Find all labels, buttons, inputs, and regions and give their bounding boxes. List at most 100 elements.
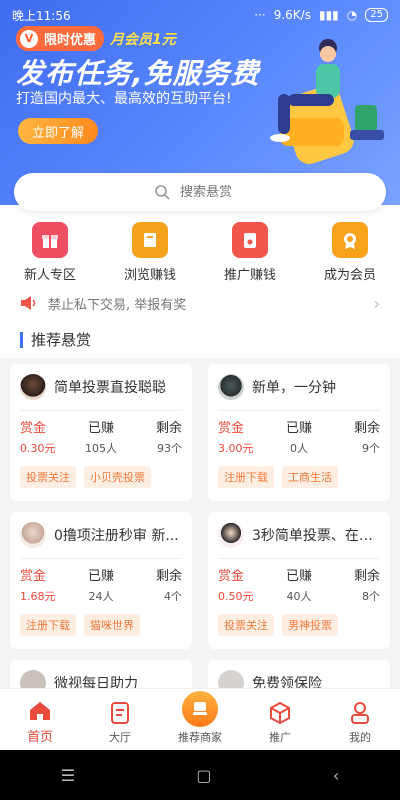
task-tag: 注册下载 (218, 466, 274, 488)
envelope-icon (232, 222, 268, 258)
task-card[interactable]: 简单投票直投聪聪 赏金 已赚 剩余 0.30元 105人 93个 投票关注 小贝… (10, 364, 192, 501)
avatar (20, 374, 46, 400)
task-title: 新单，一分钟 (252, 380, 336, 396)
earned-label: 已赚 (87, 569, 114, 584)
task-card[interactable]: 3秒简单投票、在线... 赏金 已赚 剩余 0.50元 40人 8个 投票关注 … (208, 512, 390, 649)
search-icon (155, 185, 170, 200)
avatar (20, 670, 46, 688)
remaining-value: 93个 (157, 442, 182, 455)
earned-value: 105人 (85, 442, 117, 455)
nav-label: 推广 (269, 731, 291, 744)
earned-label: 已赚 (285, 569, 312, 584)
document-icon (111, 702, 129, 724)
quick-links: 新人专区 浏览赚钱 推广赚钱 成为会员 (0, 222, 400, 283)
reward-label: 赏金 (20, 569, 47, 584)
avatar (20, 522, 46, 548)
chevron-right-icon: › (373, 293, 380, 313)
learn-more-button[interactable]: 立即了解 (18, 118, 98, 144)
task-tag: 投票关注 (218, 614, 274, 636)
quick-link-newcomer[interactable]: 新人专区 (5, 222, 95, 283)
nav-merchants[interactable]: 推荐商家 (160, 691, 240, 751)
merchant-icon (182, 691, 218, 727)
nav-mine[interactable]: 我的 (320, 701, 400, 751)
remaining-label: 剩余 (155, 421, 182, 436)
quick-link-promote[interactable]: 推广赚钱 (205, 222, 295, 283)
task-card[interactable]: 免费领保险 (208, 660, 390, 688)
system-nav-bar: ☰ ▢ ‹ (0, 750, 400, 800)
task-card[interactable]: 新单，一分钟 赏金 已赚 剩余 3.00元 0人 9个 注册下载 工商生活 (208, 364, 390, 501)
limited-offer-badge: V 限时优惠 (16, 26, 105, 51)
search-bar[interactable] (14, 173, 386, 211)
earned-label: 已赚 (87, 421, 114, 436)
task-title: 3秒简单投票、在线... (252, 528, 380, 544)
vip-icon: V (20, 29, 38, 48)
quick-link-label: 成为会员 (323, 268, 376, 283)
promo-text: 月会员1元 (110, 31, 176, 48)
gift-icon (32, 222, 68, 258)
nav-home[interactable]: 首页 (0, 700, 80, 751)
task-tag: 小贝壳投票 (84, 466, 151, 488)
reward-value: 0.50元 (218, 590, 254, 603)
avatar (218, 374, 244, 400)
badge-label: 限时优惠 (44, 33, 97, 48)
task-card[interactable]: 微视每日助力 (10, 660, 192, 688)
task-tag: 男神投票 (282, 614, 338, 636)
task-title: 免费领保险 (252, 676, 322, 688)
remaining-label: 剩余 (353, 421, 380, 436)
remaining-label: 剩余 (353, 569, 380, 584)
home-icon (30, 702, 50, 720)
nav-promote[interactable]: 推广 (240, 701, 320, 751)
earned-value: 24人 (88, 590, 114, 603)
remaining-value: 9个 (362, 442, 380, 455)
remaining-label: 剩余 (155, 569, 182, 584)
remaining-value: 4个 (164, 590, 182, 603)
remaining-value: 8个 (362, 590, 380, 603)
task-tag: 工商生活 (282, 466, 338, 488)
earned-value: 40人 (286, 590, 312, 603)
more-dots-icon: ··· (254, 8, 266, 22)
earned-value: 0人 (290, 442, 308, 455)
task-list: 简单投票直投聪聪 赏金 已赚 剩余 0.30元 105人 93个 投票关注 小贝… (0, 358, 400, 688)
user-icon (351, 702, 369, 724)
notice-text: 禁止私下交易, 举报有奖 (48, 297, 187, 313)
status-time: 晚上11:56 (12, 8, 71, 23)
task-card[interactable]: 0撸项注册秒审 新... 赏金 已赚 剩余 1.68元 24人 4个 注册下载 … (10, 512, 192, 649)
task-title: 简单投票直投聪聪 (54, 380, 166, 396)
hero-title: 发布任务,免服务费 (16, 57, 260, 90)
reward-label: 赏金 (218, 421, 245, 436)
bottom-nav: 首页 大厅 推荐商家 推广 我的 (0, 688, 400, 751)
quick-link-label: 浏览赚钱 (123, 268, 176, 283)
notice-bar[interactable]: 禁止私下交易, 举报有奖 › (20, 290, 380, 316)
task-title: 0撸项注册秒审 新... (54, 528, 179, 544)
reward-value: 3.00元 (218, 442, 254, 455)
promo-row: V 限时优惠 月会员1元 (16, 26, 176, 51)
battery-icon: 25 (365, 8, 388, 22)
nav-label: 我的 (349, 731, 371, 744)
nav-hall[interactable]: 大厅 (80, 701, 160, 751)
task-tag: 注册下载 (20, 614, 76, 636)
signal-icon: ▮▮▮ (318, 8, 339, 22)
reward-label: 赏金 (218, 569, 245, 584)
nav-label: 大厅 (109, 731, 131, 744)
quick-link-browse[interactable]: 浏览赚钱 (105, 222, 195, 283)
menu-icon[interactable]: ☰ (61, 766, 75, 785)
wifi-icon: ◔ (346, 8, 358, 22)
section-title: 推荐悬赏 (20, 332, 91, 348)
cube-icon (270, 701, 290, 725)
task-tag: 猫咪世界 (84, 614, 140, 636)
nav-label: 首页 (26, 730, 53, 745)
hero-subtitle: 打造国内最大、最高效的互助平台! (16, 91, 232, 107)
quick-link-label: 新人专区 (23, 268, 76, 283)
reward-label: 赏金 (20, 421, 47, 436)
avatar (218, 522, 244, 548)
search-input[interactable] (178, 183, 246, 201)
quick-link-label: 推广赚钱 (223, 268, 276, 283)
home-square-icon[interactable]: ▢ (196, 766, 211, 785)
quick-link-member[interactable]: 成为会员 (305, 222, 395, 283)
book-icon (132, 222, 168, 258)
earned-label: 已赚 (285, 421, 312, 436)
person-on-chair-illustration (270, 39, 384, 164)
reward-value: 1.68元 (20, 590, 56, 603)
nav-label: 推荐商家 (178, 731, 222, 744)
back-icon[interactable]: ‹ (333, 766, 339, 785)
